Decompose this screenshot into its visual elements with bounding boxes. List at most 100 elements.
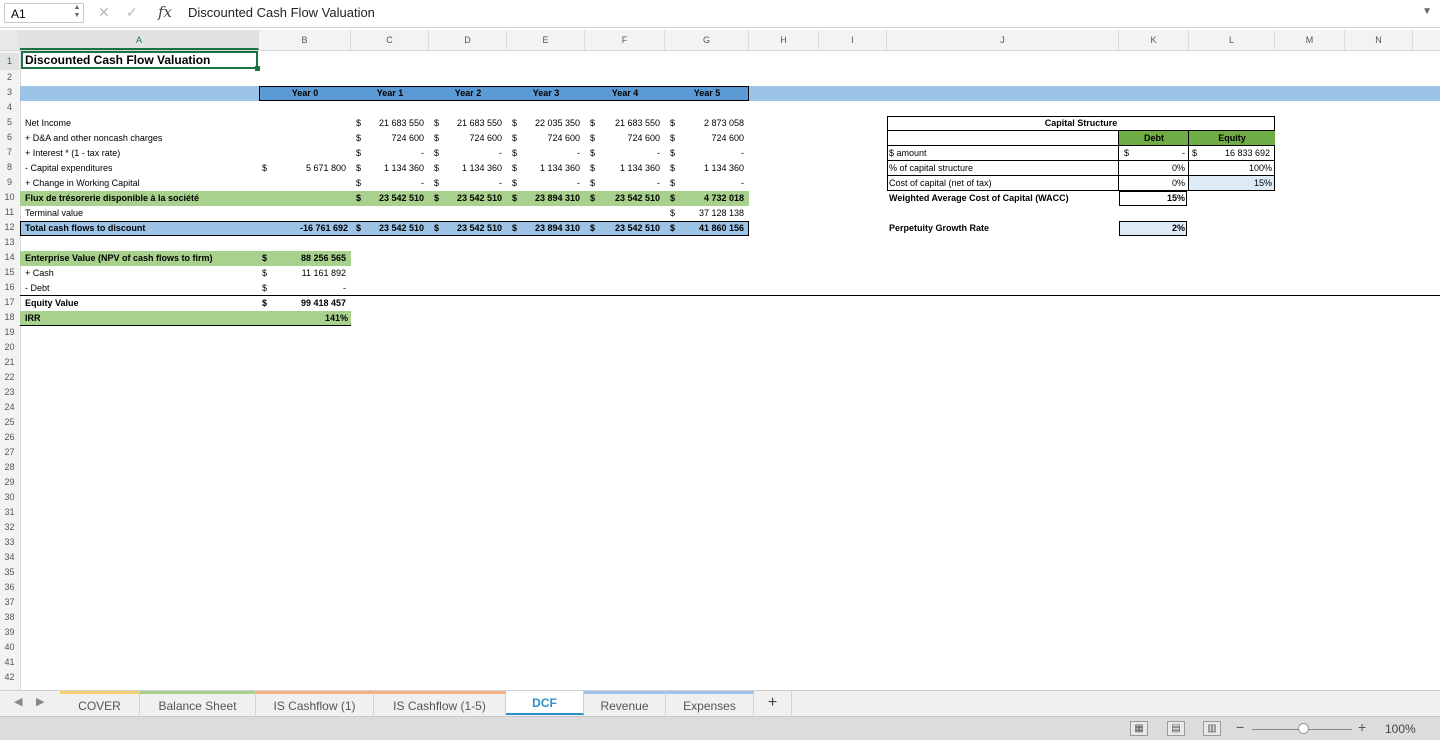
- pct-label: % of capital structure: [889, 163, 974, 173]
- cell-value: 1 134 360: [539, 163, 580, 173]
- cell-value: -: [421, 178, 424, 188]
- cell-value: 23 542 510: [456, 223, 502, 233]
- row-label-irr: IRR: [25, 313, 41, 323]
- wacc-value: 15%: [1166, 193, 1185, 203]
- equity-header: Equity: [1218, 133, 1246, 143]
- cell-value: 21 683 550: [614, 118, 660, 128]
- cell-value: 22 035 350: [534, 118, 580, 128]
- cell-value: -: [741, 148, 744, 158]
- sheet-title: Discounted Cash Flow Valuation: [25, 53, 211, 67]
- year-header-0: Year 0: [291, 88, 319, 98]
- row-label-total: Total cash flows to discount: [25, 223, 146, 233]
- amount-label: $ amount: [889, 148, 927, 158]
- page-break-view-icon[interactable]: ▥: [1203, 721, 1221, 736]
- normal-view-icon[interactable]: ▦: [1130, 721, 1148, 736]
- cell-value: 5 671 800: [305, 163, 346, 173]
- cell-value: 724 600: [627, 133, 660, 143]
- divider-line: [20, 295, 1440, 296]
- cell-value: 23 542 510: [456, 193, 502, 203]
- wacc-label: Weighted Average Cost of Capital (WACC): [889, 193, 1069, 203]
- row-label-interest: + Interest * (1 - tax rate): [25, 148, 121, 158]
- fill-handle[interactable]: [255, 66, 260, 71]
- row-label-terminal-value: Terminal value: [25, 208, 84, 218]
- cell-value: -: [741, 178, 744, 188]
- tab-cover[interactable]: COVER: [60, 691, 140, 715]
- cell-value: 23 542 510: [378, 223, 424, 233]
- cell-value: -: [577, 148, 580, 158]
- row-label-capex: - Capital expenditures: [25, 163, 113, 173]
- cell-value: 23 542 510: [378, 193, 424, 203]
- cell-value: 23 542 510: [614, 223, 660, 233]
- cell-value: -: [657, 148, 660, 158]
- page-layout-view-icon[interactable]: ▤: [1167, 721, 1185, 736]
- row-label-enterprise-value: Enterprise Value (NPV of cash flows to f…: [25, 253, 213, 263]
- zoom-level[interactable]: 100%: [1385, 722, 1416, 736]
- cell-value: 724 600: [469, 133, 502, 143]
- tab-expenses[interactable]: Expenses: [666, 691, 754, 715]
- row-label-da: + D&A and other noncash charges: [25, 133, 163, 143]
- sheet-grid: Discounted Cash Flow Valuation Year 0 Ye…: [0, 0, 1440, 690]
- tab-revenue[interactable]: Revenue: [584, 691, 666, 715]
- year-header-2: Year 2: [454, 88, 482, 98]
- cell-value: 724 600: [547, 133, 580, 143]
- zoom-slider-knob[interactable]: [1298, 723, 1309, 734]
- cost-label: Cost of capital (net of tax): [889, 178, 992, 188]
- cost-debt: 0%: [1171, 178, 1185, 188]
- chevron-right-icon[interactable]: ▶: [36, 695, 44, 708]
- debt-header: Debt: [1144, 133, 1164, 143]
- row-label-fcf: Flux de trésorerie disponible à la socié…: [25, 193, 200, 203]
- cell-value: 1 134 360: [461, 163, 502, 173]
- capital-structure-title: Capital Structure: [1044, 118, 1118, 128]
- cell-value: 23 542 510: [614, 193, 660, 203]
- cell-value: 1 134 360: [383, 163, 424, 173]
- cell-value: -16 761 692: [299, 223, 348, 233]
- irr-value: 141%: [324, 313, 348, 323]
- cell-value: -: [577, 178, 580, 188]
- debt-value: -: [343, 283, 346, 293]
- enterprise-value: 88 256 565: [300, 253, 346, 263]
- status-bar: ▦ ▤ ▥ − + 100%: [0, 716, 1440, 740]
- year-header-4: Year 4: [611, 88, 639, 98]
- tab-balance-sheet[interactable]: Balance Sheet: [140, 691, 256, 715]
- row-label-net-income: Net Income: [25, 118, 72, 128]
- cell-value: 21 683 550: [378, 118, 424, 128]
- equity-value: 99 418 457: [300, 298, 346, 308]
- amount-debt: -: [1182, 148, 1185, 158]
- cell-value: -: [499, 148, 502, 158]
- cell-value: 4 732 018: [703, 193, 744, 203]
- cell-value: 1 134 360: [619, 163, 660, 173]
- cell-value: 2 873 058: [703, 118, 744, 128]
- cell-value: -: [657, 178, 660, 188]
- year-header-5: Year 5: [693, 88, 721, 98]
- tab-is-cashflow-1[interactable]: IS Cashflow (1): [256, 691, 374, 715]
- growth-value: 2%: [1171, 223, 1185, 233]
- add-sheet-button[interactable]: +: [754, 691, 792, 715]
- row-label-debt: - Debt: [25, 283, 50, 293]
- tab-dcf[interactable]: DCF: [506, 691, 584, 715]
- cell-value: 23 894 310: [534, 223, 580, 233]
- amount-equity: 16 833 692: [1224, 148, 1270, 158]
- cell-value: 724 600: [391, 133, 424, 143]
- cell-value: -: [421, 148, 424, 158]
- cell-value: 1 134 360: [703, 163, 744, 173]
- pct-equity: 100%: [1248, 163, 1272, 173]
- year-header-3: Year 3: [532, 88, 560, 98]
- row-label-working-capital: + Change in Working Capital: [25, 178, 140, 188]
- row-label-cash: + Cash: [25, 268, 54, 278]
- cell-value: -: [499, 178, 502, 188]
- pct-debt: 0%: [1171, 163, 1185, 173]
- zoom-out-button[interactable]: −: [1236, 719, 1244, 735]
- cash-value: 11 161 892: [301, 268, 346, 278]
- zoom-in-button[interactable]: +: [1358, 719, 1366, 735]
- sheet-tab-bar: ◀ ▶ COVER Balance Sheet IS Cashflow (1) …: [0, 690, 1440, 716]
- cost-equity: 15%: [1253, 178, 1272, 188]
- row-label-equity-value: Equity Value: [25, 298, 79, 308]
- cell-value: 23 894 310: [534, 193, 580, 203]
- cell-value: 37 128 138: [698, 208, 744, 218]
- cell-value: 724 600: [711, 133, 744, 143]
- chevron-left-icon[interactable]: ◀: [14, 695, 22, 708]
- cell-value: 41 860 156: [698, 223, 744, 233]
- cell-value: 21 683 550: [456, 118, 502, 128]
- growth-label: Perpetuity Growth Rate: [889, 223, 990, 233]
- tab-is-cashflow-1-5[interactable]: IS Cashflow (1-5): [374, 691, 506, 715]
